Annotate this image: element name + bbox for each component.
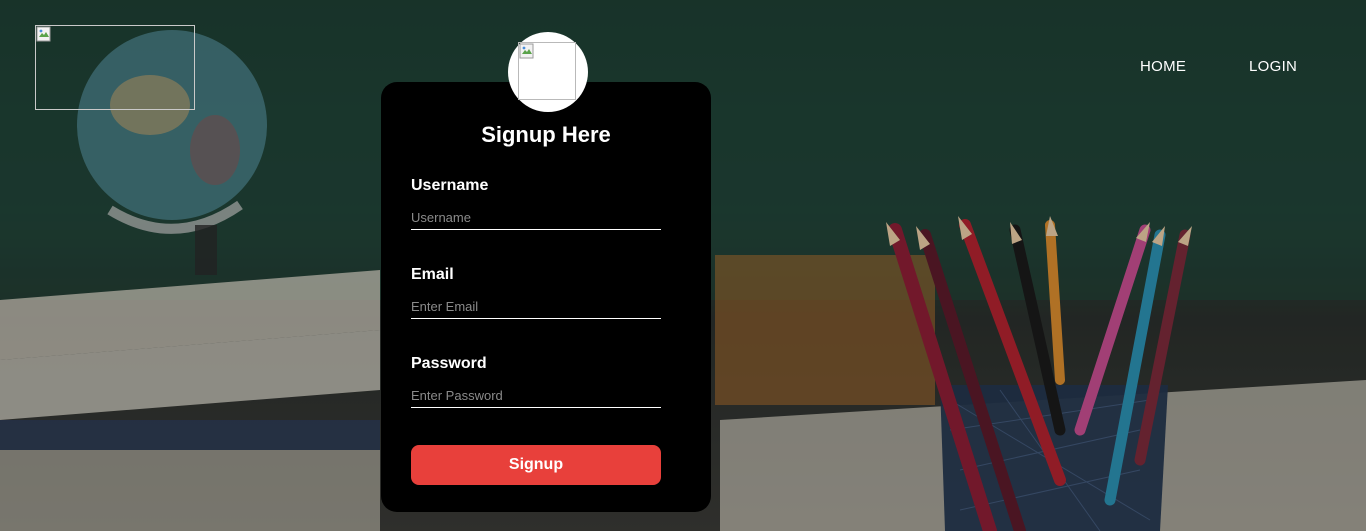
nav-home-link[interactable]: HOME: [1140, 58, 1186, 75]
password-label: Password: [411, 355, 487, 372]
avatar-image: [518, 42, 576, 100]
username-input[interactable]: [411, 205, 661, 230]
password-input[interactable]: [411, 383, 661, 408]
email-label: Email: [411, 266, 454, 283]
email-input[interactable]: [411, 294, 661, 319]
nav-login-link[interactable]: LOGIN: [1249, 58, 1297, 75]
broken-image-icon: [36, 26, 51, 42]
broken-image-icon: [519, 43, 534, 59]
signup-button[interactable]: Signup: [411, 445, 661, 485]
username-label: Username: [411, 177, 489, 194]
site-logo[interactable]: [35, 25, 195, 110]
form-title: Signup Here: [481, 122, 611, 147]
